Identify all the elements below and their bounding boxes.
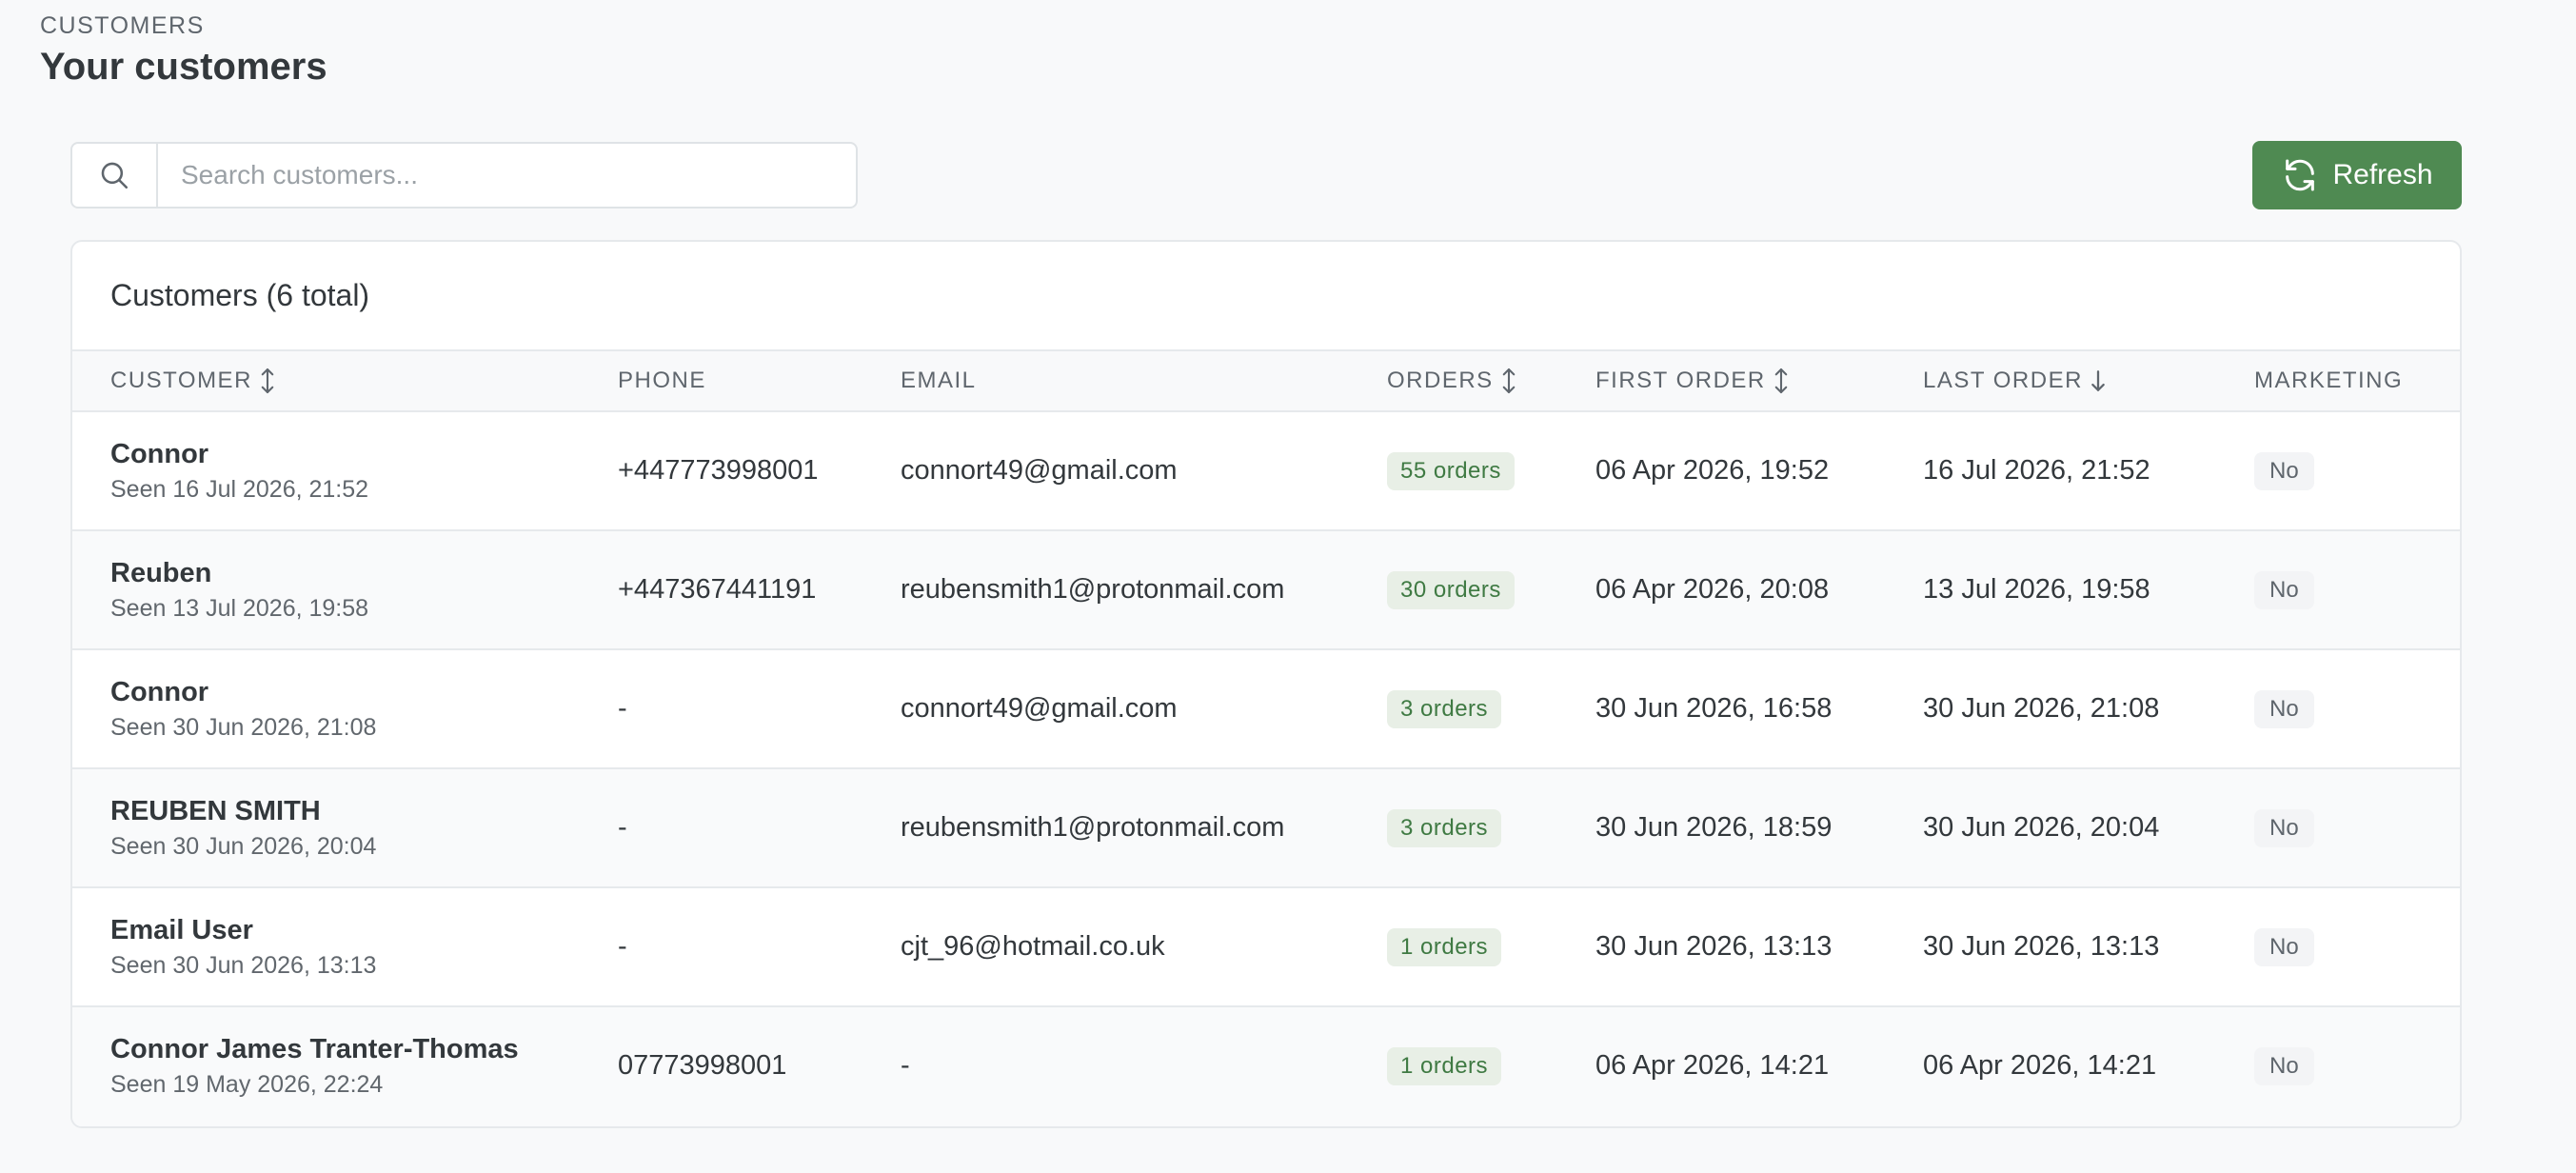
orders-badge: 30 orders	[1387, 570, 1515, 609]
sort-both-icon	[261, 368, 274, 394]
table-row[interactable]: Email User Seen 30 Jun 2026, 13:13 - cjt…	[72, 888, 2460, 1007]
table-row[interactable]: REUBEN SMITH Seen 30 Jun 2026, 20:04 - r…	[72, 769, 2460, 888]
customer-name: Connor	[110, 676, 209, 707]
customer-cell: Connor Seen 30 Jun 2026, 21:08	[110, 650, 376, 767]
customer-seen: Seen 30 Jun 2026, 21:08	[110, 713, 377, 741]
email-cell: -	[901, 1050, 910, 1081]
last-order-cell: 06 Apr 2026, 14:21	[1923, 1050, 2157, 1081]
first-order-cell: 06 Apr 2026, 19:52	[1595, 455, 1830, 486]
customer-name: Connor	[110, 438, 209, 469]
page-title: Your customers	[40, 46, 327, 88]
last-order-cell: 30 Jun 2026, 20:04	[1923, 812, 2160, 843]
column-header-customer[interactable]: CUSTOMER	[110, 351, 277, 410]
last-order-cell: 13 Jul 2026, 19:58	[1923, 574, 2150, 605]
email-cell: connort49@gmail.com	[901, 693, 1178, 724]
email-cell: reubensmith1@protonmail.com	[901, 574, 1285, 605]
search-box	[70, 142, 858, 209]
marketing-cell: No	[2254, 650, 2314, 767]
first-order-cell: 30 Jun 2026, 13:13	[1595, 931, 1833, 962]
table-title: Customers (6 total)	[110, 278, 370, 312]
marketing-badge: No	[2254, 1046, 2314, 1085]
marketing-cell: No	[2254, 888, 2314, 1005]
customers-table-card: Customers (6 total) CUSTOMER PHONE EMAIL…	[70, 240, 2462, 1128]
orders-cell: 1 orders	[1387, 1007, 1502, 1124]
customer-cell: Connor James Tranter-Thomas Seen 19 May …	[110, 1007, 519, 1124]
orders-badge: 1 orders	[1387, 1046, 1502, 1085]
customer-name: Connor James Tranter-Thomas	[110, 1033, 519, 1064]
orders-cell: 55 orders	[1387, 412, 1515, 529]
column-header-orders[interactable]: ORDERS	[1387, 351, 1518, 410]
refresh-button-label: Refresh	[2332, 159, 2433, 190]
table-row[interactable]: Connor James Tranter-Thomas Seen 19 May …	[72, 1007, 2460, 1126]
first-order-cell: 30 Jun 2026, 18:59	[1595, 812, 1833, 843]
customers-page: CUSTOMERS Your customers Refresh Custome…	[0, 0, 2576, 1173]
orders-cell: 1 orders	[1387, 888, 1502, 1005]
orders-badge: 3 orders	[1387, 689, 1502, 728]
customer-cell: Reuben Seen 13 Jul 2026, 19:58	[110, 531, 368, 648]
refresh-icon	[2286, 159, 2315, 191]
orders-cell: 3 orders	[1387, 769, 1502, 886]
marketing-cell: No	[2254, 1007, 2314, 1124]
page-eyebrow: CUSTOMERS	[40, 12, 205, 39]
last-order-cell: 16 Jul 2026, 21:52	[1923, 455, 2150, 486]
customer-cell: Connor Seen 16 Jul 2026, 21:52	[110, 412, 368, 529]
customer-name: Email User	[110, 914, 253, 945]
column-header-last-order[interactable]: LAST ORDER	[1923, 351, 2108, 410]
marketing-badge: No	[2254, 927, 2314, 966]
phone-cell: -	[618, 931, 627, 962]
marketing-cell: No	[2254, 531, 2314, 648]
email-cell: reubensmith1@protonmail.com	[901, 812, 1285, 843]
search-icon[interactable]	[72, 144, 158, 207]
column-header-marketing: MARKETING	[2254, 368, 2404, 393]
table-row[interactable]: Connor Seen 16 Jul 2026, 21:52 +44777399…	[72, 412, 2460, 531]
orders-badge: 1 orders	[1387, 927, 1502, 966]
phone-cell: +447367441191	[618, 574, 817, 605]
column-header-phone: PHONE	[618, 368, 706, 393]
customer-cell: Email User Seen 30 Jun 2026, 13:13	[110, 888, 376, 1005]
last-order-cell: 30 Jun 2026, 21:08	[1923, 693, 2160, 724]
sort-both-icon	[1502, 368, 1515, 394]
phone-cell: -	[618, 812, 627, 843]
marketing-badge: No	[2254, 689, 2314, 728]
orders-cell: 30 orders	[1387, 531, 1515, 648]
marketing-cell: No	[2254, 769, 2314, 886]
refresh-button[interactable]: Refresh	[2252, 141, 2462, 209]
customer-seen: Seen 13 Jul 2026, 19:58	[110, 594, 369, 622]
orders-cell: 3 orders	[1387, 650, 1502, 767]
customer-seen: Seen 16 Jul 2026, 21:52	[110, 475, 369, 503]
last-order-cell: 30 Jun 2026, 13:13	[1923, 931, 2160, 962]
first-order-cell: 30 Jun 2026, 16:58	[1595, 693, 1833, 724]
search-input[interactable]	[158, 144, 856, 207]
email-cell: cjt_96@hotmail.co.uk	[901, 931, 1165, 962]
phone-cell: 07773998001	[618, 1050, 787, 1081]
column-header-email: EMAIL	[901, 368, 977, 393]
marketing-cell: No	[2254, 412, 2314, 529]
customer-name: REUBEN SMITH	[110, 795, 321, 826]
customer-seen: Seen 19 May 2026, 22:24	[110, 1070, 384, 1098]
sort-down-icon	[2091, 370, 2105, 391]
customer-cell: REUBEN SMITH Seen 30 Jun 2026, 20:04	[110, 769, 376, 886]
marketing-badge: No	[2254, 451, 2314, 490]
orders-badge: 3 orders	[1387, 808, 1502, 847]
customer-seen: Seen 30 Jun 2026, 13:13	[110, 951, 377, 979]
column-header-first-order[interactable]: FIRST ORDER	[1595, 351, 1791, 410]
customer-seen: Seen 30 Jun 2026, 20:04	[110, 832, 377, 860]
sort-both-icon	[1774, 368, 1788, 394]
first-order-cell: 06 Apr 2026, 14:21	[1595, 1050, 1830, 1081]
table-row[interactable]: Reuben Seen 13 Jul 2026, 19:58 +44736744…	[72, 531, 2460, 650]
table-header: CUSTOMER PHONE EMAIL ORDERS FIRST ORDER	[72, 349, 2460, 412]
marketing-badge: No	[2254, 808, 2314, 847]
phone-cell: -	[618, 693, 627, 724]
email-cell: connort49@gmail.com	[901, 455, 1178, 486]
marketing-badge: No	[2254, 570, 2314, 609]
phone-cell: +447773998001	[618, 455, 819, 486]
orders-badge: 55 orders	[1387, 451, 1515, 490]
customer-name: Reuben	[110, 557, 212, 588]
table-row[interactable]: Connor Seen 30 Jun 2026, 21:08 - connort…	[72, 650, 2460, 769]
first-order-cell: 06 Apr 2026, 20:08	[1595, 574, 1830, 605]
